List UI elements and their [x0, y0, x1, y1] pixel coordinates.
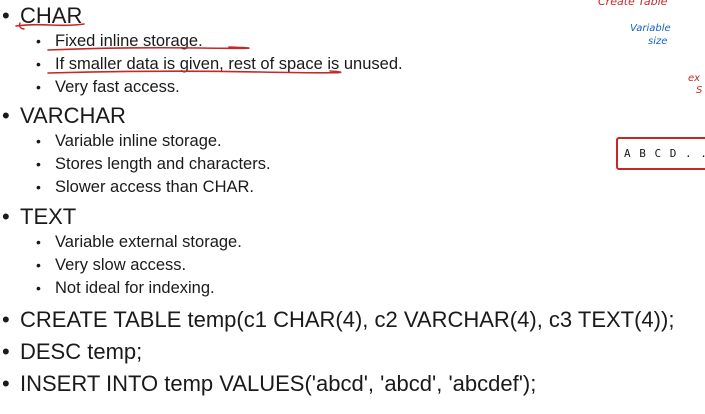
sub-bullet-char-2: • If smaller data is given, rest of space…	[36, 53, 403, 75]
heading-text: TEXT	[20, 204, 77, 229]
bullet-varchar: • VARCHAR	[0, 102, 126, 130]
heading-char: CHAR	[20, 3, 83, 28]
bullet-dot: •	[2, 307, 10, 332]
sub-bullet-text: Slower access than CHAR.	[55, 178, 254, 196]
note-abcd-box: A B C D . . . . . .	[616, 137, 705, 170]
sub-bullet-text: If smaller data is given, rest of space …	[55, 55, 403, 73]
sub-bullet-text: Variable inline storage.	[55, 132, 222, 150]
bullet-dot: •	[2, 371, 10, 396]
sub-bullet-text: Variable external storage.	[55, 233, 242, 251]
sub-bullet-varchar-1: • Variable inline storage.	[36, 130, 222, 152]
note-create-table: Create Table	[598, 0, 668, 8]
note-size: size	[648, 36, 668, 47]
sub-bullet-dot: •	[36, 179, 41, 195]
statement-desc: • DESC temp;	[0, 338, 142, 366]
sub-bullet-text-2: • Very slow access.	[36, 254, 186, 276]
sub-bullet-dot: •	[36, 133, 41, 149]
bullet-text: • TEXT	[0, 203, 76, 231]
statement-text: CREATE TABLE temp(c1 CHAR(4), c2 VARCHAR…	[20, 307, 675, 332]
note-variable: Variable	[630, 23, 671, 34]
statement-text: INSERT INTO temp VALUES('abcd', 'abcd', …	[20, 371, 537, 396]
sub-bullet-dot: •	[36, 79, 41, 95]
sub-bullet-dot: •	[36, 257, 41, 273]
statement-text: DESC temp;	[20, 339, 143, 364]
statement-create-table: • CREATE TABLE temp(c1 CHAR(4), c2 VARCHA…	[0, 306, 674, 334]
sub-bullet-text: Very slow access.	[55, 256, 187, 274]
bullet-dot: •	[2, 103, 10, 128]
heading-varchar: VARCHAR	[20, 103, 126, 128]
sub-bullet-text-3: • Not ideal for indexing.	[36, 277, 215, 299]
sub-bullet-dot: •	[36, 156, 41, 172]
bullet-dot: •	[2, 3, 10, 28]
note-ext-partial: ex	[688, 73, 701, 84]
sub-bullet-text: Fixed inline storage.	[55, 32, 203, 50]
statement-insert: • INSERT INTO temp VALUES('abcd', 'abcd',…	[0, 370, 536, 398]
sub-bullet-dot: •	[36, 234, 41, 250]
bullet-dot: •	[2, 204, 10, 229]
sub-bullet-dot: •	[36, 280, 41, 296]
sub-bullet-char-3: • Very fast access.	[36, 76, 180, 98]
sub-bullet-dot: •	[36, 56, 41, 72]
sub-bullet-text: Not ideal for indexing.	[55, 279, 215, 297]
sub-bullet-dot: •	[36, 33, 41, 49]
sub-bullet-varchar-3: • Slower access than CHAR.	[36, 176, 254, 198]
note-s-partial: S	[696, 85, 703, 96]
sub-bullet-text: Stores length and characters.	[55, 155, 271, 173]
slide: • CHAR • Fixed inline storage. • If smaller…	[0, 0, 705, 414]
sub-bullet-varchar-2: • Stores length and characters.	[36, 153, 271, 175]
bullet-dot: •	[2, 339, 10, 364]
sub-bullet-text: Very fast access.	[55, 78, 180, 96]
sub-bullet-char-1: • Fixed inline storage.	[36, 30, 203, 52]
bullet-char: • CHAR	[0, 2, 82, 30]
sub-bullet-text-1: • Variable external storage.	[36, 231, 242, 253]
